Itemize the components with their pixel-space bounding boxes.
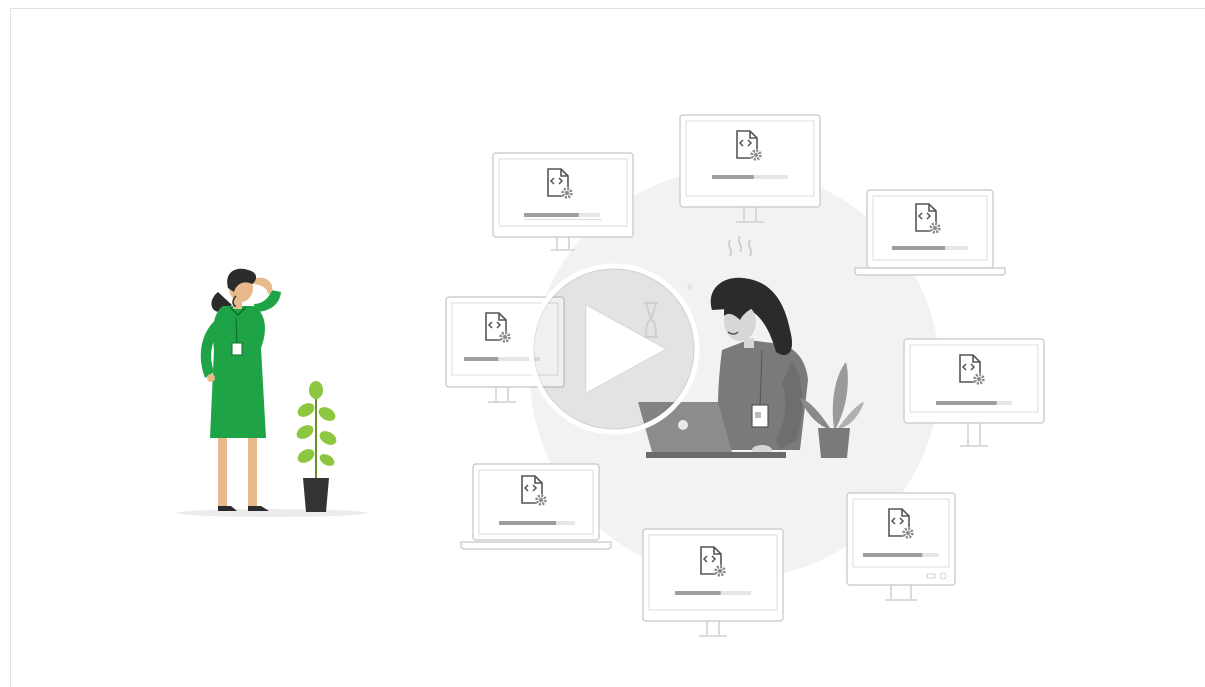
device-monitor-2 [679,114,821,223]
progress-bar-8 [863,553,923,557]
potted-plant-illustration [296,381,337,512]
video-poster[interactable] [0,0,1205,687]
device-laptop-3 [854,189,1006,276]
woman-green-dress-illustration [177,268,367,517]
device-monitor-1 [492,152,634,251]
progress-bar-5 [936,401,997,405]
device-monitor-7 [642,528,784,637]
device-desktop-8 [846,492,956,601]
play-button[interactable] [528,263,700,435]
progress-bar-4 [464,357,499,361]
progress-bar-1 [524,213,579,217]
progress-bar-7 [675,591,721,595]
progress-bar-3 [892,246,946,250]
device-laptop-6 [460,463,612,550]
progress-bar-6 [499,521,556,525]
progress-bar-2 [712,175,754,179]
